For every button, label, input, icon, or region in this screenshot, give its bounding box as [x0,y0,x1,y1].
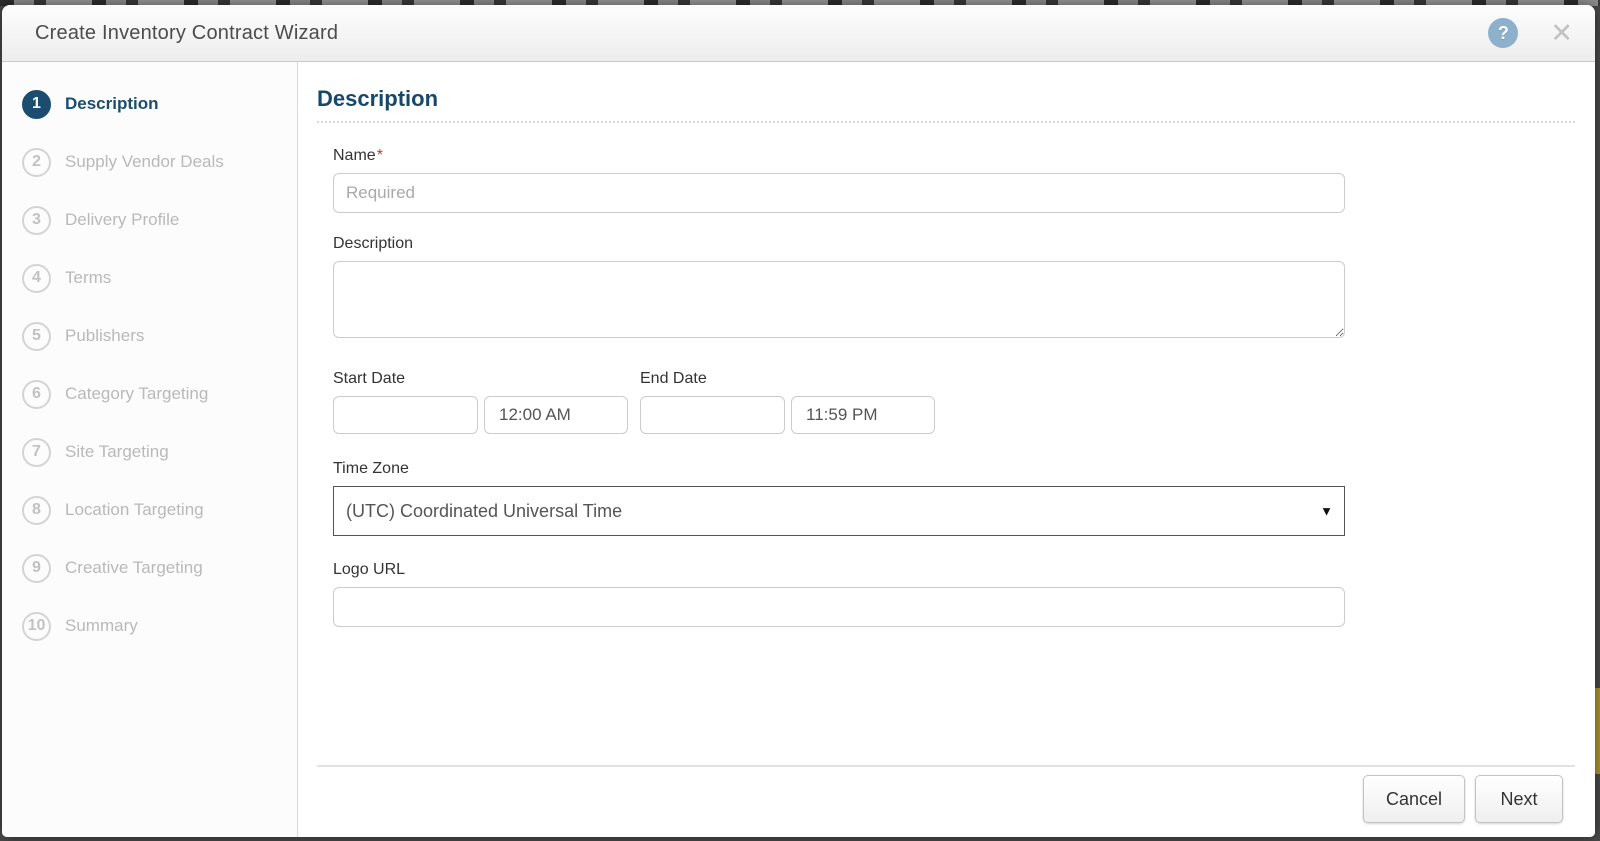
step-label: Location Targeting [65,500,204,520]
end-date-label: End Date [640,370,935,388]
step-item-category-targeting[interactable]: 6 Category Targeting [22,374,297,414]
required-asterisk: * [377,147,383,164]
page-title: Description [317,86,1575,123]
end-date-group: End Date [640,370,935,434]
footer-buttons: Cancel Next [317,775,1575,823]
step-item-creative-targeting[interactable]: 9 Creative Targeting [22,548,297,588]
step-label: Description [65,94,159,114]
step-item-supply-vendor-deals[interactable]: 2 Supply Vendor Deals [22,142,297,182]
wizard-footer: Cancel Next [317,765,1575,837]
step-number-badge: 3 [22,206,51,235]
description-form: Name* Description Start Date [317,123,1575,627]
logo-url-row: Logo URL [333,561,1345,627]
end-time-input[interactable] [791,396,935,434]
next-button[interactable]: Next [1475,775,1563,823]
step-number-badge: 6 [22,380,51,409]
start-date-label: Start Date [333,370,628,388]
time-zone-row: Time Zone (UTC) Coordinated Universal Ti… [333,460,1345,536]
wizard-steps-sidebar: 1 Description 2 Supply Vendor Deals 3 De… [2,62,298,837]
step-number-badge: 9 [22,554,51,583]
modal-title: Create Inventory Contract Wizard [35,22,1488,45]
step-number-badge: 4 [22,264,51,293]
step-label: Terms [65,268,111,288]
step-label: Summary [65,616,138,636]
step-label: Supply Vendor Deals [65,152,224,172]
step-item-publishers[interactable]: 5 Publishers [22,316,297,356]
description-textarea[interactable] [333,261,1345,338]
step-item-site-targeting[interactable]: 7 Site Targeting [22,432,297,472]
step-item-description[interactable]: 1 Description [22,84,297,124]
time-zone-select[interactable]: (UTC) Coordinated Universal Time [333,486,1345,536]
start-date-pair [333,396,628,434]
step-number-badge: 7 [22,438,51,467]
step-number-badge: 2 [22,148,51,177]
modal-header: Create Inventory Contract Wizard ? ✕ [2,5,1595,62]
logo-url-input[interactable] [333,587,1345,627]
step-number-badge: 8 [22,496,51,525]
name-label: Name* [333,147,1345,165]
step-label: Creative Targeting [65,558,203,578]
start-time-input[interactable] [484,396,628,434]
step-label: Category Targeting [65,384,208,404]
step-number-badge: 5 [22,322,51,351]
step-item-location-targeting[interactable]: 8 Location Targeting [22,490,297,530]
step-item-summary[interactable]: 10 Summary [22,606,297,646]
step-label: Delivery Profile [65,210,179,230]
time-zone-label: Time Zone [333,460,1345,478]
step-label: Publishers [65,326,144,346]
description-field-row: Description [333,235,1345,343]
start-date-group: Start Date [333,370,628,434]
footer-divider [317,765,1575,767]
close-icon[interactable]: ✕ [1546,18,1577,49]
end-date-input[interactable] [640,396,785,434]
name-field-row: Name* [333,147,1345,213]
time-zone-select-wrap: (UTC) Coordinated Universal Time ▼ [333,486,1345,536]
date-range-row: Start Date End Date [333,370,1345,434]
modal-body: 1 Description 2 Supply Vendor Deals 3 De… [2,62,1595,837]
cancel-button[interactable]: Cancel [1363,775,1465,823]
step-label: Site Targeting [65,442,169,462]
step-item-delivery-profile[interactable]: 3 Delivery Profile [22,200,297,240]
step-number-badge: 10 [22,612,51,641]
end-date-pair [640,396,935,434]
help-icon[interactable]: ? [1488,18,1518,48]
start-date-input[interactable] [333,396,478,434]
description-label: Description [333,235,1345,253]
step-number-badge: 1 [22,90,51,119]
name-input[interactable] [333,173,1345,213]
create-inventory-contract-wizard-modal: Create Inventory Contract Wizard ? ✕ 1 D… [2,5,1595,837]
step-content-pane: Description Name* Description Start Date [298,62,1595,837]
logo-url-label: Logo URL [333,561,1345,579]
step-item-terms[interactable]: 4 Terms [22,258,297,298]
